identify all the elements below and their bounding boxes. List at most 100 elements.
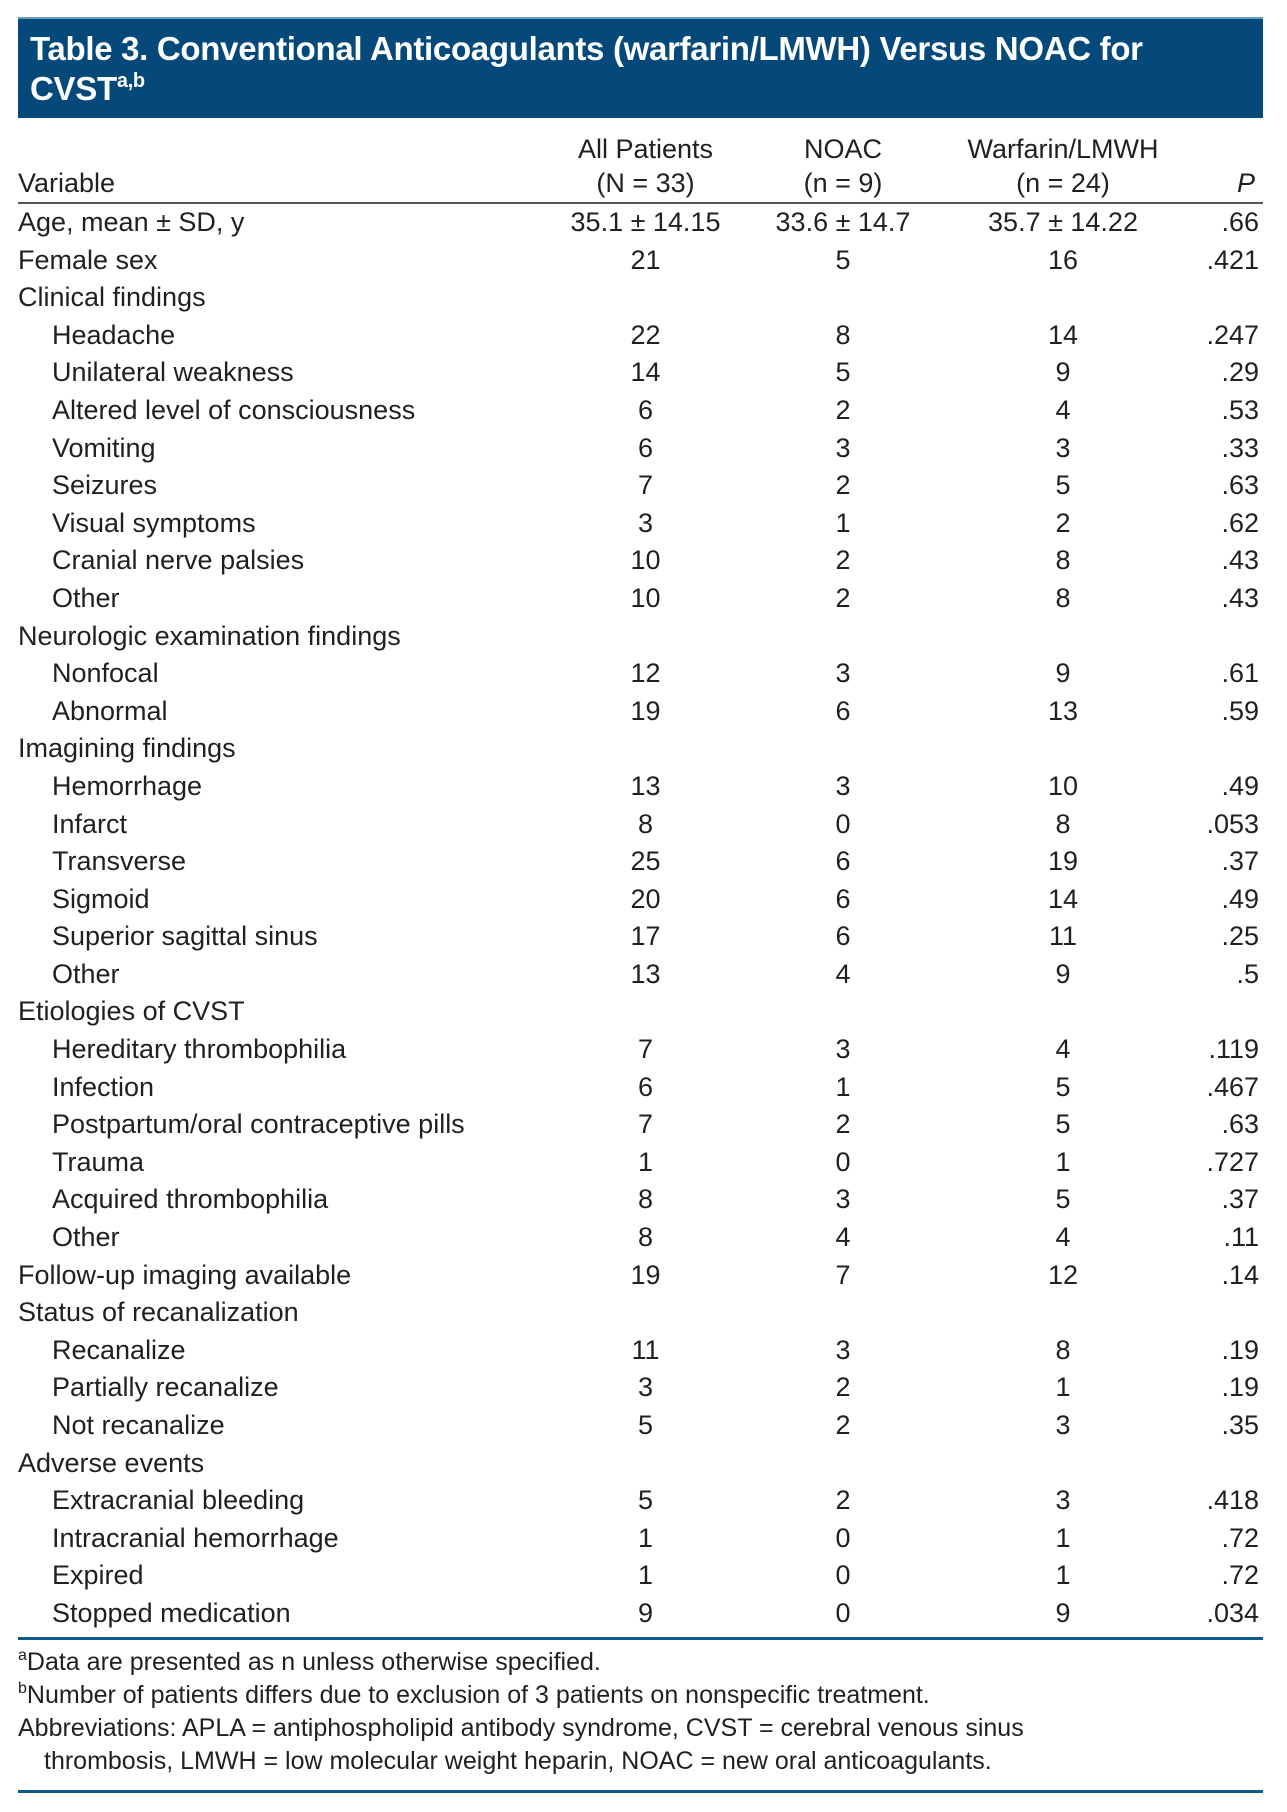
cell-all-patients: 5	[637, 1410, 654, 1440]
cell-all-patients: 13	[630, 770, 661, 801]
cell-all-patients: 11	[631, 1334, 660, 1365]
cell-all-patients: 7	[637, 1034, 654, 1065]
cell-noac: 2	[835, 470, 851, 501]
cell-all-patients: 5	[637, 1485, 654, 1516]
section-header-row: Etiologies of CVST	[18, 993, 1263, 1031]
row-label: Age, mean ± SD, y	[18, 207, 245, 237]
table-row: Vomiting 6 3 3 .33	[18, 430, 1263, 468]
row-label: Hereditary thrombophilia	[52, 1034, 347, 1065]
table-row: Nonfocal 12 3 9 .61	[18, 655, 1263, 693]
table-row: Other 8 4 4 .11	[18, 1219, 1263, 1257]
cell-p-value: .119	[1208, 1034, 1259, 1065]
abbreviations-line-1: Abbreviations: APLA = antiphospholipid a…	[18, 1713, 1024, 1742]
cell-noac: 0	[835, 1522, 851, 1553]
table-row: Postpartum/oral contraceptive pills 7 2 5 .6…	[18, 1106, 1263, 1144]
cell-all-patients: 9	[637, 1597, 654, 1628]
cell-noac: 1	[835, 1071, 851, 1102]
cell-p-value: .467	[1206, 1071, 1259, 1102]
header-warfarin-label: Warfarin/LMWH	[967, 134, 1159, 164]
cell-warfarin: 14	[1047, 319, 1079, 350]
abbreviations-line-2: thrombosis, LMWH = low molecular weight …	[44, 1746, 992, 1775]
cell-warfarin: 1	[1055, 1146, 1071, 1177]
cell-noac: 6	[835, 846, 851, 877]
cell-p-value: .25	[1221, 921, 1259, 952]
cell-noac	[753, 1294, 933, 1332]
cell-warfarin: 9	[1055, 357, 1071, 388]
table-row: Female sex 21 5 16 .421	[18, 242, 1263, 280]
row-label: Adverse events	[18, 1447, 205, 1478]
table-row: Intracranial hemorrhage 1 0 1 .72	[18, 1520, 1263, 1558]
cell-warfarin	[933, 730, 1193, 768]
cell-noac: 3	[835, 658, 851, 689]
cell-warfarin: 5	[1055, 470, 1071, 501]
cell-all-patients: 6	[637, 432, 654, 463]
row-label: Intracranial hemorrhage	[52, 1522, 339, 1553]
cell-warfarin: 11	[1048, 921, 1078, 952]
row-label: Infection	[52, 1071, 155, 1102]
table-row: Infection 6 1 5 .467	[18, 1069, 1263, 1107]
cell-warfarin: 1	[1055, 1560, 1071, 1591]
cell-all-patients: 19	[630, 1259, 661, 1290]
cell-p-value: .49	[1221, 883, 1259, 914]
cell-warfarin: 19	[1047, 846, 1079, 877]
cell-noac: 2	[835, 1109, 851, 1140]
row-label: Transverse	[52, 846, 187, 877]
cell-all-patients	[538, 993, 753, 1031]
cell-warfarin	[933, 993, 1193, 1031]
title-band: Table 3. Conventional Anticoagulants (wa…	[18, 17, 1263, 118]
cell-p-value: .37	[1221, 1184, 1259, 1215]
header-variable: Variable	[18, 118, 538, 204]
cell-warfarin: 5	[1055, 1184, 1071, 1215]
cell-noac: 0	[835, 1597, 851, 1628]
table-row: Superior sagittal sinus 17 6 11 .25	[18, 918, 1263, 956]
cell-all-patients: 19	[630, 695, 661, 726]
cell-noac: 3	[835, 432, 851, 463]
cell-warfarin: 35.7 ± 14.22	[988, 207, 1138, 237]
cell-warfarin	[933, 618, 1193, 656]
row-label: Imagining findings	[18, 733, 236, 764]
row-label: Clinical findings	[18, 282, 206, 313]
row-label: Nonfocal	[52, 658, 159, 689]
table-row: Seizures 7 2 5 .63	[18, 467, 1263, 505]
final-rule	[18, 1789, 1263, 1793]
cell-noac: 2	[835, 1485, 851, 1516]
header-all-patients-label: All Patients	[577, 134, 714, 164]
cell-p-value: .14	[1221, 1259, 1259, 1290]
cell-warfarin: 3	[1055, 432, 1071, 463]
table-row: Headache 22 8 14 .247	[18, 317, 1263, 355]
cell-p-value: .19	[1221, 1372, 1259, 1403]
table-row: Recanalize 11 3 8 .19	[18, 1332, 1263, 1370]
row-label: Vomiting	[52, 432, 156, 463]
cell-warfarin: 4	[1055, 394, 1071, 425]
row-label: Acquired thrombophilia	[52, 1184, 329, 1215]
cell-noac	[753, 279, 933, 317]
table-row: Altered level of consciousness 6 2 4 .53	[18, 392, 1263, 430]
table-title: Table 3. Conventional Anticoagulants (wa…	[30, 29, 1253, 109]
cell-noac	[753, 993, 933, 1031]
cell-warfarin: 9	[1055, 1597, 1071, 1628]
table-row: Expired 1 0 1 .72	[18, 1557, 1263, 1595]
cell-p-value: .19	[1221, 1334, 1259, 1365]
row-label: Hemorrhage	[52, 770, 203, 801]
cell-all-patients: 6	[637, 394, 654, 425]
table-row: Follow-up imaging available 19 7 12 .14	[18, 1257, 1263, 1295]
table-row: Partially recanalize 3 2 1 .19	[18, 1369, 1263, 1407]
cell-p-value: .53	[1221, 394, 1259, 425]
cell-warfarin: 1	[1055, 1522, 1071, 1553]
cell-p-value	[1193, 993, 1263, 1031]
cell-p-value: .37	[1221, 846, 1259, 877]
cell-warfarin: 3	[1055, 1485, 1071, 1516]
cell-warfarin: 8	[1055, 808, 1071, 839]
table-row: Infarct 8 0 8 .053	[18, 806, 1263, 844]
footnote-b: bNumber of patients differs due to exclu…	[18, 1679, 1263, 1712]
cell-all-patients: 1	[637, 1560, 654, 1591]
cell-noac: 6	[835, 695, 851, 726]
cell-warfarin: 2	[1055, 507, 1071, 538]
cell-p-value: .63	[1221, 470, 1259, 501]
cell-all-patients: 10	[630, 545, 661, 576]
section-header-row: Adverse events	[18, 1445, 1263, 1483]
row-label: Headache	[52, 319, 176, 350]
row-label: Visual symptoms	[52, 507, 256, 538]
table-row: Trauma 1 0 1 .727	[18, 1144, 1263, 1182]
cell-warfarin	[933, 279, 1193, 317]
